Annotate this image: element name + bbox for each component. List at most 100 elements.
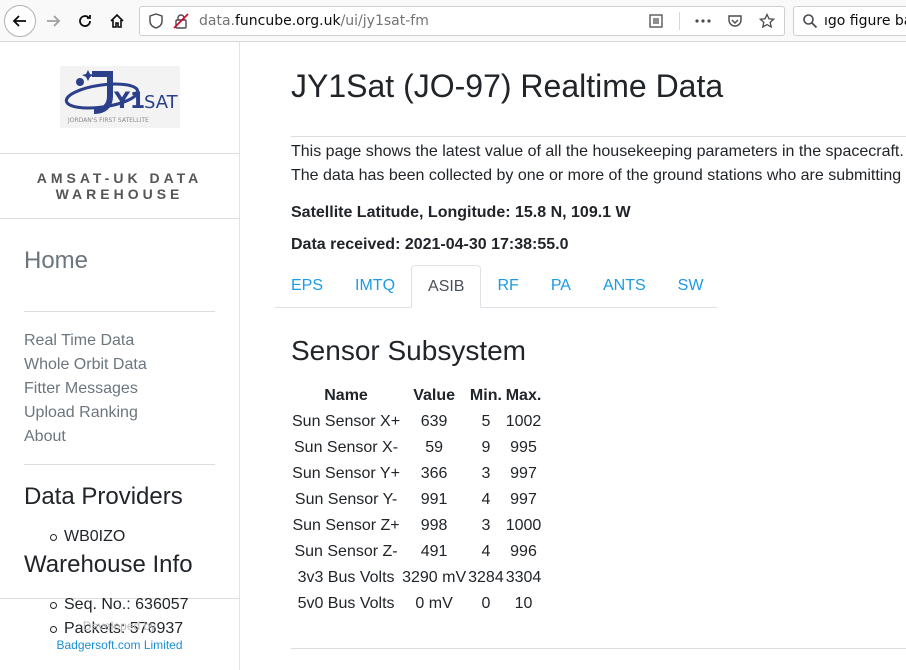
- tab-asib[interactable]: ASIB: [411, 265, 482, 308]
- column-header-max: Max.: [505, 387, 542, 404]
- svg-text:JORDAN'S FIRST SATELLITE: JORDAN'S FIRST SATELLITE: [67, 117, 149, 124]
- svg-text:SAT: SAT: [144, 92, 179, 113]
- cell-min: 0: [481, 595, 491, 612]
- data-received-text: Data received: 2021-04-30 17:38:55.0: [291, 236, 569, 253]
- cell-value: 3290 mV: [402, 569, 467, 586]
- forward-button[interactable]: [38, 6, 68, 36]
- nav-item-real-time-data[interactable]: Real Time Data: [24, 329, 147, 353]
- cell-value: 59: [425, 439, 443, 456]
- cell-name: 5v0 Bus Volts: [297, 595, 395, 612]
- main-content: JY1Sat (JO-97) Realtime Data This page s…: [240, 42, 906, 670]
- nav-item-whole-orbit-data[interactable]: Whole Orbit Data: [24, 353, 147, 377]
- cell-min: 3: [481, 465, 491, 482]
- bookmark-star-icon[interactable]: [758, 12, 776, 30]
- nav-item-fitter-messages[interactable]: Fitter Messages: [24, 377, 147, 401]
- tab-eps[interactable]: EPS: [275, 265, 339, 307]
- cell-max: 1002: [505, 413, 542, 430]
- table-row: Sun Sensor X+ 639 5 1002: [291, 409, 542, 435]
- table-row: 3v3 Bus Volts 3290 mV 3284 3304: [291, 565, 542, 591]
- table-row: Sun Sensor Y+ 366 3 997: [291, 461, 542, 487]
- tab-ants[interactable]: ANTS: [587, 265, 662, 307]
- cell-max: 996: [510, 543, 537, 560]
- search-text[interactable]: ıgo figure ba: [824, 13, 906, 29]
- cell-value: 991: [420, 491, 448, 508]
- cell-value: 0 mV: [415, 595, 453, 612]
- cell-max: 997: [510, 465, 537, 482]
- tab-pa[interactable]: PA: [535, 265, 587, 307]
- data-providers-list: WB0IZO: [50, 525, 125, 549]
- cell-min: 5: [481, 413, 491, 430]
- home-button[interactable]: [102, 6, 132, 36]
- divider: [0, 218, 239, 219]
- address-bar[interactable]: data.funcube.org.uk/ui/jy1sat-fm: [139, 6, 785, 36]
- tab-imtq[interactable]: IMTQ: [339, 265, 411, 307]
- cell-name: Sun Sensor X+: [292, 413, 401, 430]
- cell-name: 3v3 Bus Volts: [297, 569, 395, 586]
- page-actions-icon[interactable]: [694, 12, 712, 30]
- tab-sw[interactable]: SW: [662, 265, 720, 307]
- table-header-row: Name Value Min. Max.: [291, 383, 542, 409]
- developer-link[interactable]: Badgersoft.com Limited: [0, 638, 239, 652]
- divider: [24, 311, 215, 312]
- nav-item-upload-ranking[interactable]: Upload Ranking: [24, 401, 147, 425]
- cell-max: 997: [510, 491, 537, 508]
- arrow-left-icon: [12, 15, 26, 27]
- subsystem-title: Sensor Subsystem: [291, 335, 526, 366]
- cell-name: Sun Sensor Y+: [292, 465, 400, 482]
- cell-min: 9: [481, 439, 491, 456]
- tab-rf[interactable]: RF: [481, 265, 534, 307]
- column-header-value: Value: [413, 387, 455, 404]
- search-icon: [803, 14, 818, 29]
- divider: [291, 648, 906, 649]
- pocket-icon[interactable]: [726, 12, 744, 30]
- cell-min: 3284: [468, 569, 504, 586]
- table-row: Sun Sensor Z- 491 4 996: [291, 539, 542, 565]
- subsystem-tabs: EPS IMTQ ASIB RF PA ANTS SW: [275, 265, 717, 308]
- column-header-min: Min.: [469, 387, 502, 404]
- back-button[interactable]: [4, 5, 36, 37]
- reload-button[interactable]: [70, 6, 100, 36]
- cell-min: 3: [481, 517, 491, 534]
- divider: [291, 136, 906, 137]
- warehouse-info-heading: Warehouse Info: [24, 551, 193, 578]
- jy1sat-logo[interactable]: Y1 SAT JORDAN'S FIRST SATELLITE: [60, 66, 180, 128]
- data-providers-heading: Data Providers: [24, 483, 183, 510]
- cell-max: 10: [514, 595, 533, 612]
- table-row: Sun Sensor Y- 991 4 997: [291, 487, 542, 513]
- cell-name: Sun Sensor X-: [294, 439, 399, 456]
- cell-value: 639: [420, 413, 448, 430]
- url-text[interactable]: data.funcube.org.uk/ui/jy1sat-fm: [199, 13, 429, 29]
- cell-value: 998: [420, 517, 448, 534]
- table-row: 5v0 Bus Volts 0 mV 0 10: [291, 591, 542, 617]
- developed-by-text: Developed by: [82, 619, 157, 633]
- home-link[interactable]: Home: [24, 247, 88, 275]
- reload-icon: [79, 15, 91, 27]
- shield-icon[interactable]: [148, 13, 164, 29]
- arrow-right-icon: [47, 15, 61, 27]
- svg-text:Y1: Y1: [113, 89, 145, 114]
- page-title: JY1Sat (JO-97) Realtime Data: [291, 68, 724, 104]
- cell-name: Sun Sensor Y-: [294, 491, 398, 508]
- seq-no-item: Seq. No.: 636057: [50, 593, 189, 617]
- cell-max: 3304: [505, 569, 542, 586]
- warehouse-info-list: Seq. No.: 636057 Packets: 576937: [50, 593, 189, 641]
- site-brand[interactable]: AMSAT-UK DATA WAREHOUSE: [0, 170, 239, 202]
- home-icon: [110, 13, 124, 28]
- nav-list: Real Time Data Whole Orbit Data Fitter M…: [24, 329, 147, 449]
- table-row: Sun Sensor X- 59 9 995: [291, 435, 542, 461]
- search-bar[interactable]: ıgo figure ba: [793, 6, 906, 36]
- reader-view-icon[interactable]: [647, 12, 665, 30]
- nav-item-about[interactable]: About: [24, 425, 147, 449]
- column-header-name: Name: [324, 387, 368, 404]
- sensor-table: Name Value Min. Max. Sun Sensor X+ 639 5…: [291, 383, 542, 617]
- table-row: Sun Sensor Z+ 998 3 1000: [291, 513, 542, 539]
- intro-text: This page shows the latest value of all …: [291, 143, 904, 184]
- data-provider-item: WB0IZO: [50, 525, 125, 549]
- insecure-lock-icon[interactable]: [173, 13, 189, 29]
- cell-max: 1000: [505, 517, 542, 534]
- divider: [0, 153, 239, 154]
- cell-value: 491: [420, 543, 448, 560]
- url-separator: [679, 12, 680, 30]
- sidebar: Y1 SAT JORDAN'S FIRST SATELLITE AMSAT-UK…: [0, 42, 240, 670]
- lat-lon-text: Satellite Latitude, Longitude: 15.8 N, 1…: [291, 204, 631, 221]
